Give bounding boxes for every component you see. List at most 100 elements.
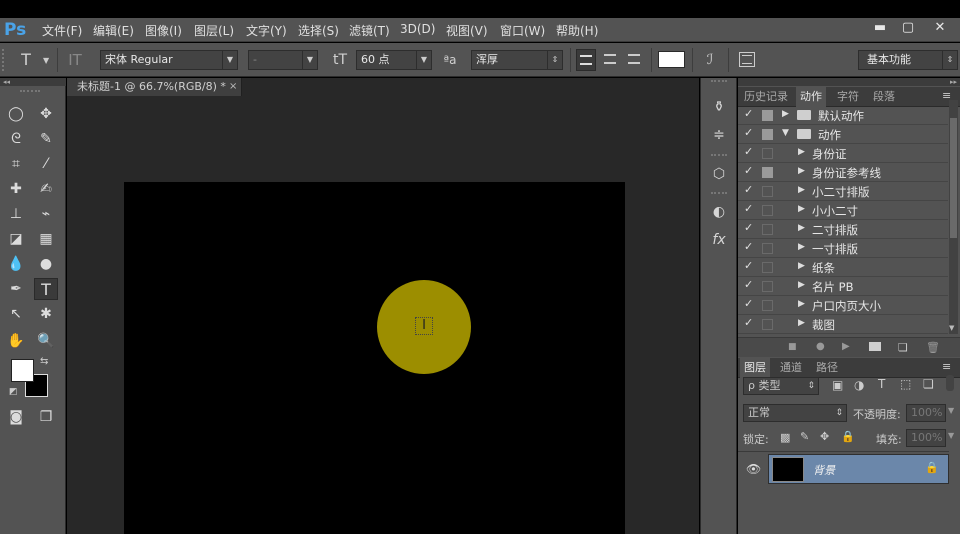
clone-stamp-tool-icon[interactable]: ⊥ [4,203,28,225]
shape-tool-icon[interactable]: ✱ [34,303,58,325]
screen-mode-icon[interactable]: ❐ [34,406,58,428]
antialias-select[interactable]: 浑厚 ⇕ [471,50,563,70]
action-row[interactable]: ✓ ▶ 名片 PB [738,277,948,296]
action-row[interactable]: ✓ ▶ 纸条 [738,258,948,277]
menu-image[interactable]: 图像(I) [145,22,182,39]
menu-select[interactable]: 选择(S) [298,22,339,39]
3d-panel-icon[interactable]: ⬡ [707,162,731,186]
expand-triangle-icon[interactable]: ▶ [798,280,805,290]
font-family-select[interactable]: 宋体 Regular ▼ [100,50,238,70]
tab-paths[interactable]: 路径 [812,358,842,378]
dialog-toggle-icon[interactable] [762,129,773,140]
expand-triangle-icon[interactable]: ▶ [798,223,805,233]
grip-handle[interactable] [711,154,727,156]
tab-character[interactable]: 字符 [833,87,863,107]
check-icon[interactable]: ✓ [744,316,756,329]
marquee-tool-icon[interactable]: ◯ [4,103,28,125]
fill-input[interactable]: 100% [906,429,946,447]
align-left-button[interactable] [576,49,596,71]
grip-handle[interactable] [711,80,727,82]
action-row[interactable]: ✓ ▶ 小二寸排版 [738,182,948,201]
check-icon[interactable]: ✓ [744,259,756,272]
check-icon[interactable]: ✓ [744,107,756,120]
check-icon[interactable]: ✓ [744,202,756,215]
text-color-swatch[interactable] [658,51,685,68]
dialog-toggle-icon[interactable] [762,281,773,292]
scroll-down-icon[interactable]: ▼ [949,324,954,332]
dialog-toggle-icon[interactable] [762,167,773,178]
font-style-select[interactable]: - ▼ [248,50,318,70]
check-icon[interactable]: ✓ [744,126,756,139]
dialog-toggle-icon[interactable] [762,205,773,216]
document-tab[interactable]: 未标题-1 @ 66.7%(RGB/8) * [67,78,242,96]
action-set-row[interactable]: ✓ ▶ 默认动作 [738,106,948,125]
gradient-tool-icon[interactable]: ▦ [34,228,58,250]
actions-scrollbar-thumb[interactable] [950,118,957,238]
expand-triangle-icon[interactable]: ▶ [798,147,805,157]
styles-icon[interactable]: ◐ [707,200,731,224]
menu-type[interactable]: 文字(Y) [246,22,287,39]
menu-view[interactable]: 视图(V) [446,22,488,39]
filter-smart-object-icon[interactable]: ❏ [923,377,934,391]
canvas[interactable]: I [124,182,625,534]
collapse-triangle-icon[interactable]: ▼ [782,128,789,138]
expand-triangle-icon[interactable]: ▶ [798,318,805,328]
expand-triangle-icon[interactable]: ▶ [782,109,789,119]
brush-tool-icon[interactable]: ✍ [34,178,58,200]
warp-text-icon[interactable]: ℐ [699,50,721,70]
filter-type-icon[interactable]: T [878,377,885,391]
chevron-down-icon[interactable]: ▼ [948,431,954,440]
delete-icon[interactable]: 🗑 [926,341,940,354]
align-center-button[interactable] [600,49,620,71]
layer-row-background[interactable]: 背景 🔒 [768,454,949,484]
eyedropper-tool-icon[interactable]: ⁄ [34,153,58,175]
panel-menu-icon[interactable]: ≡ [942,360,951,373]
eraser-tool-icon[interactable]: ◪ [4,228,28,250]
check-icon[interactable]: ✓ [744,145,756,158]
workspace-select[interactable]: 基本功能 ⇕ [858,50,958,70]
expand-triangle-icon[interactable]: ▶ [798,242,805,252]
move-tool-icon[interactable]: ✥ [34,103,58,125]
minimize-button[interactable]: ▬ [866,19,894,37]
crop-tool-icon[interactable]: ⌗ [4,153,28,175]
tab-paragraph[interactable]: 段落 [869,87,899,107]
dialog-toggle-icon[interactable] [762,148,773,159]
hand-tool-icon[interactable]: ✋ [4,330,28,352]
align-right-button[interactable] [624,49,644,71]
play-icon[interactable]: ▶ [842,341,850,352]
dialog-toggle-icon[interactable] [762,262,773,273]
zoom-tool-icon[interactable]: 🔍 [34,330,58,352]
pen-tool-icon[interactable]: ✒ [4,278,28,300]
history-brush-tool-icon[interactable]: ⌁ [34,203,58,225]
swap-colors-icon[interactable]: ⇆ [40,356,48,367]
maximize-button[interactable]: ▢ [894,19,922,37]
stop-icon[interactable]: ■ [788,342,797,352]
lock-position-icon[interactable]: ✥ [820,430,829,443]
tab-actions[interactable]: 动作 [796,87,826,107]
type-tool-preset-icon[interactable]: T [14,50,38,70]
dialog-toggle-icon[interactable] [762,243,773,254]
expand-triangle-icon[interactable]: ▶ [798,185,805,195]
menu-help[interactable]: 帮助(H) [556,22,598,39]
quick-selection-tool-icon[interactable]: ✎ [34,128,58,150]
grip-handle[interactable] [20,90,40,92]
action-row[interactable]: ✓ ▶ 裁图 [738,315,948,334]
blend-mode-select[interactable]: 正常 ⇕ [743,404,847,422]
dialog-toggle-icon[interactable] [762,319,773,330]
filter-pixel-icon[interactable]: ▣ [832,378,843,392]
action-row[interactable]: ✓ ▶ 小小二寸 [738,201,948,220]
yellow-circle-shape[interactable]: I [377,280,471,374]
menu-layer[interactable]: 图层(L) [194,22,234,39]
check-icon[interactable]: ✓ [744,221,756,234]
lock-transparent-icon[interactable]: ▩ [780,431,790,444]
menu-window[interactable]: 窗口(W) [500,22,545,39]
grip-handle[interactable] [2,49,5,71]
fx-icon[interactable]: fx [707,228,731,252]
filter-toggle-switch[interactable] [946,375,954,391]
opacity-input[interactable]: 100% [906,404,946,422]
check-icon[interactable]: ✓ [744,183,756,196]
lock-all-icon[interactable]: 🔒 [841,430,855,443]
new-set-folder-icon[interactable] [869,342,881,351]
adjustments-icon[interactable]: ≑ [707,123,731,147]
close-button[interactable]: ✕ [926,19,954,37]
